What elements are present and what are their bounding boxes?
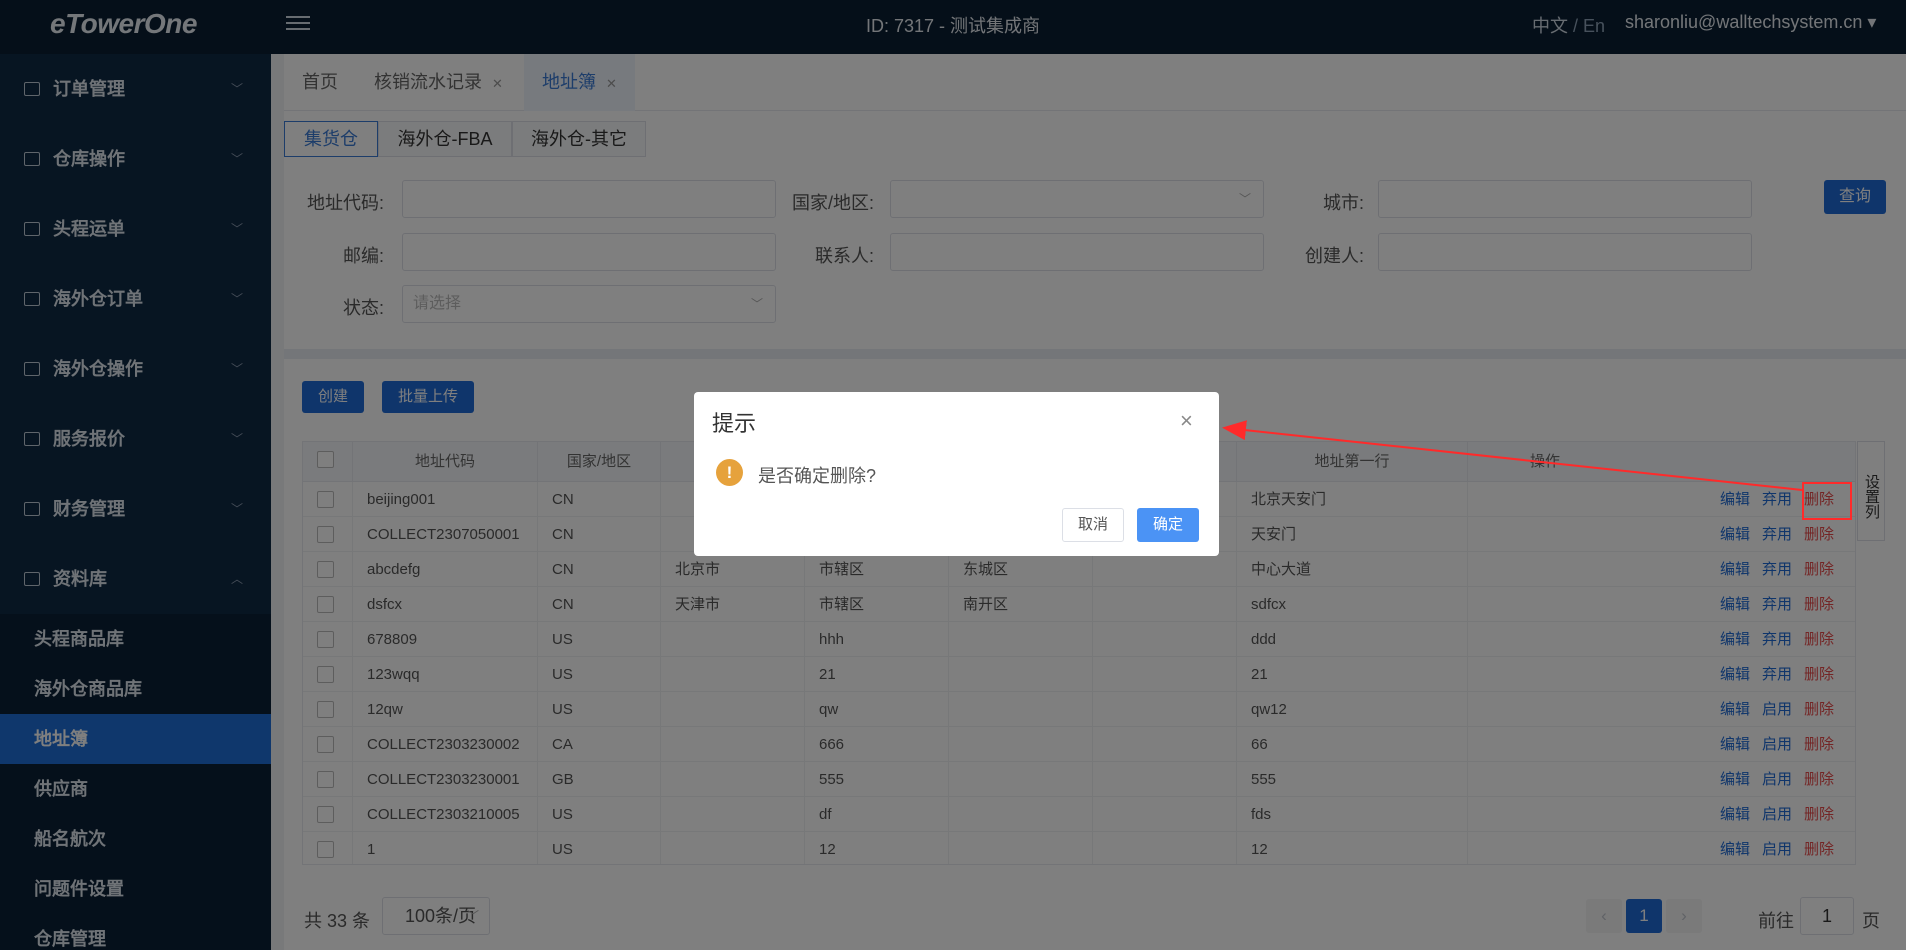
annotation-arrow	[1222, 420, 1803, 491]
